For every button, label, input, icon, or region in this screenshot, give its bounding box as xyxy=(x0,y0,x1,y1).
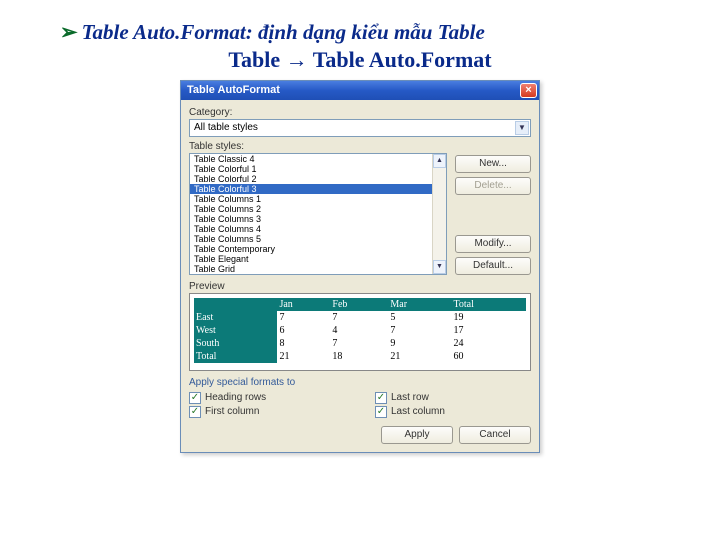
apply-button[interactable]: Apply xyxy=(381,426,453,444)
style-item[interactable]: Table Classic 4 xyxy=(190,154,446,164)
preview-col-header: Total xyxy=(451,298,526,311)
style-item[interactable]: Table Columns 1 xyxy=(190,194,446,204)
table-styles-listbox[interactable]: Table Classic 4Table Colorful 1Table Col… xyxy=(189,153,447,275)
slide-heading: ➢Table Auto.Format: định dạng kiểu mẫu T… xyxy=(60,20,660,74)
heading-rows-checkbox[interactable]: ✓Heading rows xyxy=(189,392,345,404)
preview-cell: 21 xyxy=(388,350,451,363)
scroll-up-icon[interactable]: ▲ xyxy=(433,154,446,168)
preview-cell: 6 xyxy=(277,324,330,337)
bullet-icon: ➢ xyxy=(60,20,78,45)
chevron-down-icon[interactable]: ▼ xyxy=(515,121,529,135)
styles-label: Table styles: xyxy=(189,141,531,152)
style-item[interactable]: Table Colorful 3 xyxy=(190,184,446,194)
preview-col-header: Feb xyxy=(330,298,388,311)
preview-cell: 7 xyxy=(388,324,451,337)
preview-row-header: East xyxy=(194,311,277,324)
style-item[interactable]: Table Colorful 1 xyxy=(190,164,446,174)
preview-cell: 18 xyxy=(330,350,388,363)
style-item[interactable]: Table Columns 5 xyxy=(190,234,446,244)
style-item[interactable]: Table Contemporary xyxy=(190,244,446,254)
specials-label: Apply special formats to xyxy=(189,377,295,388)
preview-table: JanFebMarTotal East77519West64717South87… xyxy=(194,298,526,363)
style-item[interactable]: Table Colorful 2 xyxy=(190,174,446,184)
category-value: All table styles xyxy=(194,122,258,133)
style-item[interactable]: Table Grid xyxy=(190,264,446,274)
preview-col-header: Mar xyxy=(388,298,451,311)
preview-row-header: West xyxy=(194,324,277,337)
preview-cell: 21 xyxy=(277,350,330,363)
preview-cell: 8 xyxy=(277,337,330,350)
table-autoformat-dialog: Table AutoFormat × Category: All table s… xyxy=(180,80,540,453)
preview-cell: 60 xyxy=(451,350,526,363)
preview-cell: 19 xyxy=(451,311,526,324)
check-icon: ✓ xyxy=(189,392,201,404)
new-button[interactable]: New... xyxy=(455,155,531,173)
first-column-checkbox[interactable]: ✓First column xyxy=(189,406,345,418)
preview-cell: 7 xyxy=(277,311,330,324)
delete-button: Delete... xyxy=(455,177,531,195)
scrollbar[interactable]: ▲ ▼ xyxy=(432,154,446,274)
modify-button[interactable]: Modify... xyxy=(455,235,531,253)
style-item[interactable]: Table Columns 4 xyxy=(190,224,446,234)
preview-pane: JanFebMarTotal East77519West64717South87… xyxy=(189,293,531,371)
category-combobox[interactable]: All table styles ▼ xyxy=(189,119,531,137)
close-button[interactable]: × xyxy=(520,83,537,98)
titlebar[interactable]: Table AutoFormat × xyxy=(181,81,539,100)
scroll-down-icon[interactable]: ▼ xyxy=(433,260,446,274)
preview-cell: 17 xyxy=(451,324,526,337)
style-item[interactable]: Table Elegant xyxy=(190,254,446,264)
check-icon: ✓ xyxy=(375,406,387,418)
preview-row-header: South xyxy=(194,337,277,350)
preview-cell: 9 xyxy=(388,337,451,350)
style-item[interactable]: Table Columns 2 xyxy=(190,204,446,214)
default-button[interactable]: Default... xyxy=(455,257,531,275)
preview-label: Preview xyxy=(189,281,531,292)
preview-col-header: Jan xyxy=(277,298,330,311)
heading-line1: Table Auto.Format: định dạng kiểu mẫu Ta… xyxy=(82,20,485,44)
preview-cell: 24 xyxy=(451,337,526,350)
preview-cell: 4 xyxy=(330,324,388,337)
style-item[interactable]: Table Columns 3 xyxy=(190,214,446,224)
check-icon: ✓ xyxy=(189,406,201,418)
preview-cell: 7 xyxy=(330,337,388,350)
check-icon: ✓ xyxy=(375,392,387,404)
preview-cell: 7 xyxy=(330,311,388,324)
preview-cell: 5 xyxy=(388,311,451,324)
category-label: Category: xyxy=(189,107,531,118)
dialog-title: Table AutoFormat xyxy=(187,84,280,96)
preview-col-header xyxy=(194,298,277,311)
last-row-checkbox[interactable]: ✓Last row xyxy=(375,392,531,404)
cancel-button[interactable]: Cancel xyxy=(459,426,531,444)
special-formats-group: Apply special formats to ✓Heading rows ✓… xyxy=(189,377,531,418)
last-column-checkbox[interactable]: ✓Last column xyxy=(375,406,531,418)
heading-line2: Table → Table Auto.Format xyxy=(60,47,660,73)
preview-row-header: Total xyxy=(194,350,277,363)
